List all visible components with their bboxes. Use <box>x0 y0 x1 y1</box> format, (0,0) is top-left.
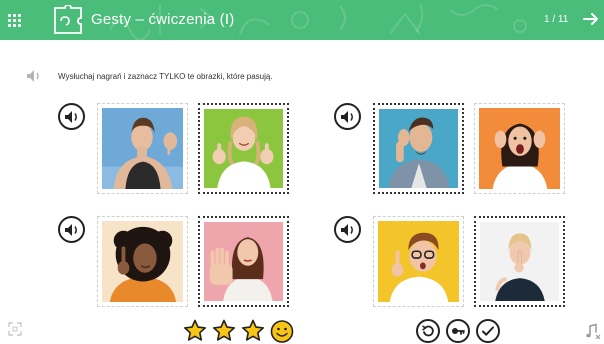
sound-button-q1[interactable] <box>58 103 85 130</box>
star-rating <box>184 319 294 343</box>
instruction-text: Wysłuchaj nagrań i zaznacz TYLKO te obra… <box>58 72 273 81</box>
expand-icon[interactable] <box>8 322 22 336</box>
sound-button-q4[interactable] <box>334 216 361 243</box>
answer-card-q2-b[interactable] <box>474 103 565 194</box>
answer-card-q4-b[interactable] <box>474 216 565 307</box>
photo-woman-thumbs-down <box>102 108 183 189</box>
answer-card-q4-a[interactable] <box>373 216 464 307</box>
hint-button[interactable] <box>446 319 470 343</box>
smiley-icon <box>270 320 294 343</box>
puzzle-icon <box>54 5 82 34</box>
check-button[interactable] <box>476 319 500 343</box>
speaker-icon <box>341 111 353 123</box>
photo-surprised-woman <box>479 108 560 189</box>
header-bar: Gesty – ćwiczenia (I) 1 / 11 <box>0 0 604 40</box>
check-icon <box>482 326 494 336</box>
photo-boy-finger-up <box>378 221 459 302</box>
grid-icon[interactable] <box>6 12 22 28</box>
hint-icon <box>452 328 465 335</box>
photo-girl-thumbs-up <box>204 109 283 188</box>
photo-girl-shh-gesture <box>480 222 559 301</box>
restart-button[interactable] <box>416 319 440 343</box>
photo-woman-finger-up <box>102 221 183 302</box>
star-icon <box>184 319 206 341</box>
speaker-icon <box>65 224 77 236</box>
answer-card-q2-a[interactable] <box>373 103 464 194</box>
photo-man-hand-behind-ear <box>379 109 458 188</box>
sound-button-q2[interactable] <box>334 103 361 130</box>
answer-card-q1-b[interactable] <box>198 103 289 194</box>
restart-icon <box>422 325 434 337</box>
music-off-icon[interactable] <box>585 323 601 339</box>
speaker-icon <box>65 111 77 123</box>
star-icon <box>213 319 235 341</box>
page-counter: 1 / 11 <box>544 14 569 25</box>
answer-card-q1-a[interactable] <box>97 103 188 194</box>
sound-button-q3[interactable] <box>58 216 85 243</box>
speaker-icon[interactable] <box>26 69 42 83</box>
arrow-right-icon[interactable] <box>582 10 600 28</box>
star-icon <box>242 319 264 341</box>
answer-card-q3-b[interactable] <box>198 216 289 307</box>
speaker-icon <box>341 224 353 236</box>
answer-card-q3-a[interactable] <box>97 216 188 307</box>
exercise-title: Gesty – ćwiczenia (I) <box>91 11 235 28</box>
photo-woman-stop-palm <box>204 222 283 301</box>
